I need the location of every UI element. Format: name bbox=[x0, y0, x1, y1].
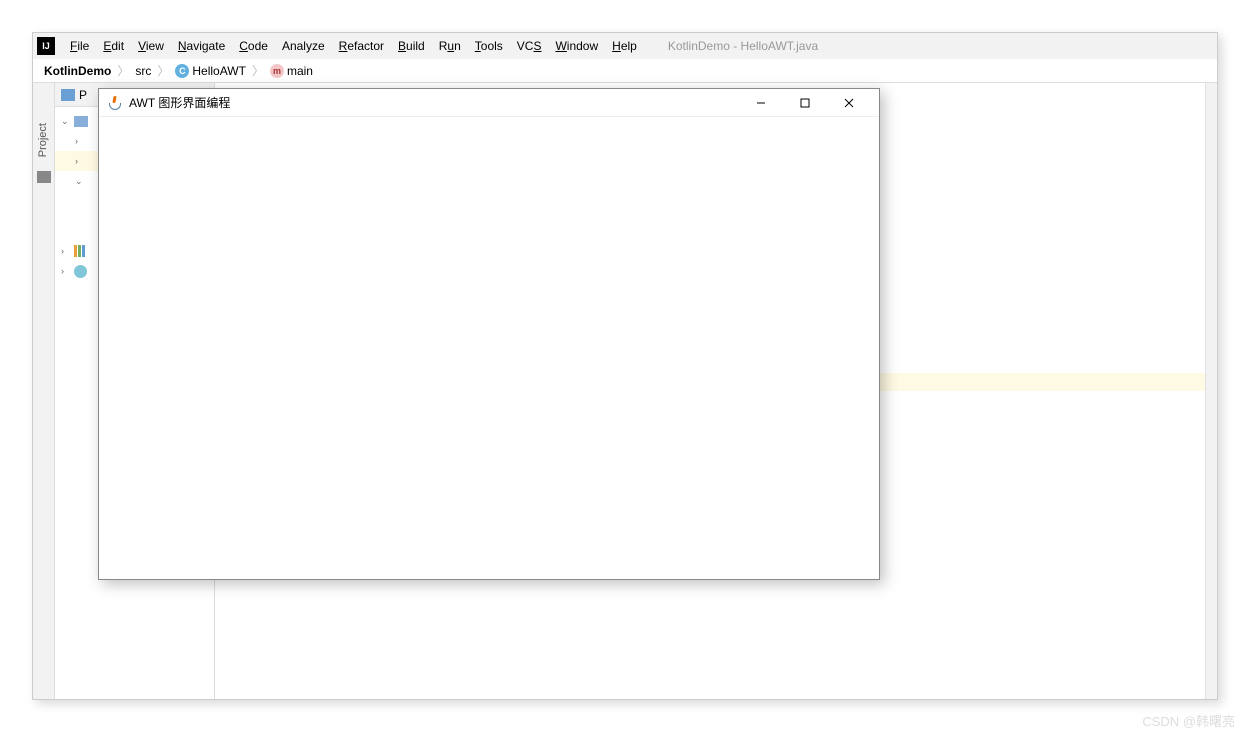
window-controls bbox=[739, 89, 871, 117]
ide-logo-icon: IJ bbox=[37, 37, 55, 55]
editor-gutter[interactable] bbox=[1205, 83, 1217, 699]
menu-view[interactable]: View bbox=[131, 39, 171, 53]
minimize-icon bbox=[756, 98, 766, 108]
maximize-button[interactable] bbox=[783, 89, 827, 117]
chevron-right-icon: › bbox=[61, 246, 71, 256]
libraries-icon bbox=[74, 245, 86, 257]
watermark: CSDN @韩曙亮 bbox=[1142, 711, 1235, 730]
chevron-down-icon: ⌄ bbox=[75, 176, 85, 187]
menu-vcs[interactable]: VCS bbox=[510, 39, 549, 53]
awt-titlebar[interactable]: AWT 图形界面编程 bbox=[99, 89, 879, 117]
menu-navigate[interactable]: Navigate bbox=[171, 39, 232, 53]
chevron-right-icon: 〉 bbox=[116, 62, 130, 79]
breadcrumb-file-label: HelloAWT bbox=[192, 64, 246, 78]
breadcrumb-method[interactable]: m main bbox=[265, 64, 318, 78]
breadcrumb-method-label: main bbox=[287, 64, 313, 78]
breadcrumb-file[interactable]: C HelloAWT bbox=[170, 64, 251, 78]
breadcrumb: KotlinDemo 〉 src 〉 C HelloAWT 〉 m main bbox=[33, 59, 1217, 83]
side-tab-label: Project bbox=[37, 123, 49, 157]
awt-window: AWT 图形界面编程 bbox=[98, 88, 880, 580]
menu-tools[interactable]: Tools bbox=[468, 39, 510, 53]
menu-help[interactable]: Help bbox=[605, 39, 644, 53]
project-icon bbox=[37, 171, 51, 183]
chevron-right-icon: › bbox=[75, 136, 85, 146]
folder-icon bbox=[74, 116, 88, 127]
chevron-down-icon: ⌄ bbox=[61, 116, 71, 127]
panel-header-label: P bbox=[79, 88, 87, 102]
menu-analyze[interactable]: Analyze bbox=[275, 39, 332, 53]
menu-file[interactable]: File bbox=[63, 39, 96, 53]
menu-bar: IJ File Edit View Navigate Code Analyze … bbox=[33, 33, 1217, 59]
chevron-right-icon: 〉 bbox=[251, 62, 265, 79]
breadcrumb-src[interactable]: src bbox=[130, 64, 156, 78]
awt-window-title: AWT 图形界面编程 bbox=[129, 94, 230, 111]
chevron-right-icon: 〉 bbox=[156, 62, 170, 79]
side-tab-project[interactable]: Project bbox=[33, 83, 55, 699]
editor-highlight bbox=[877, 373, 1217, 391]
close-icon bbox=[844, 98, 854, 108]
chevron-right-icon: › bbox=[61, 266, 71, 276]
method-icon: m bbox=[270, 64, 284, 78]
menu-run[interactable]: Run bbox=[432, 39, 468, 53]
menu-edit[interactable]: Edit bbox=[96, 39, 131, 53]
minimize-button[interactable] bbox=[739, 89, 783, 117]
menu-refactor[interactable]: Refactor bbox=[332, 39, 391, 53]
menu-build[interactable]: Build bbox=[391, 39, 432, 53]
window-title-info: KotlinDemo - HelloAWT.java bbox=[668, 39, 818, 53]
close-button[interactable] bbox=[827, 89, 871, 117]
breadcrumb-project[interactable]: KotlinDemo bbox=[39, 64, 116, 78]
menu-code[interactable]: Code bbox=[232, 39, 275, 53]
java-icon bbox=[107, 95, 123, 111]
panel-icon bbox=[61, 89, 75, 101]
maximize-icon bbox=[800, 98, 810, 108]
chevron-right-icon: › bbox=[75, 156, 85, 166]
menu-window[interactable]: Window bbox=[548, 39, 605, 53]
scratches-icon bbox=[74, 265, 87, 278]
class-icon: C bbox=[175, 64, 189, 78]
